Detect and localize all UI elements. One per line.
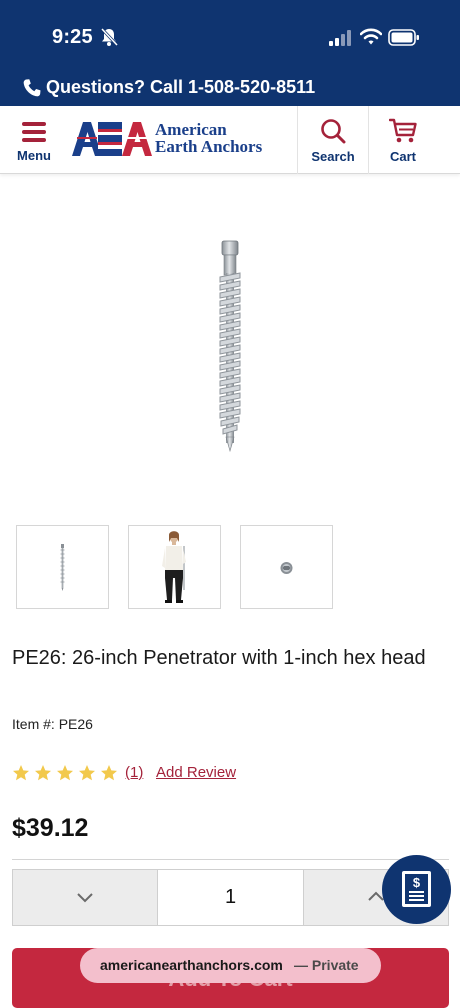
rating-stars[interactable] — [12, 764, 124, 782]
wifi-icon — [360, 28, 382, 45]
svg-text:$: $ — [413, 875, 421, 890]
search-label: Search — [311, 149, 355, 164]
cart-icon — [389, 118, 417, 143]
logo-text: American Earth Anchors — [155, 121, 262, 155]
chevron-down-icon — [77, 893, 93, 903]
search-icon — [321, 119, 346, 144]
product-price: $39.12 — [12, 814, 89, 842]
cart-button[interactable]: Cart — [369, 106, 437, 174]
add-review-link[interactable]: Add Review — [156, 764, 236, 781]
cart-label: Cart — [389, 149, 416, 164]
menu-button[interactable]: Menu — [10, 106, 62, 174]
quantity-decrease-button[interactable] — [13, 870, 157, 925]
item-number-label: Item #: — [12, 716, 55, 732]
thumbnail-hex-head[interactable] — [240, 525, 333, 609]
product-main-image[interactable] — [160, 225, 300, 465]
logo-line-2: Earth Anchors — [155, 137, 263, 156]
star-icon — [35, 765, 51, 781]
search-button[interactable]: Search — [298, 106, 368, 174]
phone-icon — [23, 79, 41, 97]
status-time: 9:25 — [52, 26, 93, 48]
star-icon — [101, 765, 117, 781]
browser-url-bar[interactable]: americanearthanchors.com — Private — [80, 948, 381, 983]
review-count-link[interactable]: (1) — [125, 764, 143, 781]
menu-label: Menu — [17, 148, 51, 163]
item-number-value: PE26 — [58, 716, 93, 732]
private-mode-label: — Private — [294, 957, 359, 973]
logo-flag — [72, 122, 152, 156]
star-icon — [13, 765, 29, 781]
call-text: Questions? Call 1-508-520-8511 — [46, 77, 316, 97]
call-bar[interactable]: Questions? Call 1-508-520-8511 — [0, 70, 460, 106]
url-host: americanearthanchors.com — [100, 957, 283, 973]
star-icon — [79, 765, 95, 781]
quote-button[interactable]: $ — [382, 855, 451, 924]
invoice-icon: $ — [402, 871, 431, 907]
thumbnail-anchor[interactable] — [16, 525, 109, 609]
hex-head-thumbnail-image — [280, 562, 293, 574]
anchor-thumbnail-image — [60, 544, 65, 591]
logo[interactable]: American Earth Anchors — [72, 120, 277, 160]
menu-icon — [22, 122, 46, 142]
item-number-row: Item #: PE26 — [12, 716, 93, 732]
star-icon — [57, 765, 73, 781]
signal-icon — [329, 30, 351, 46]
divider — [12, 859, 449, 860]
bell-slash-icon — [100, 27, 119, 47]
person-thumbnail-image — [162, 531, 186, 603]
quantity-input[interactable]: 1 — [157, 870, 304, 925]
battery-icon — [388, 29, 419, 46]
status-bar: 9:25 — [0, 0, 460, 70]
product-title: PE26: 26-inch Penetrator with 1-inch hex… — [12, 647, 426, 669]
site-header: Menu American Earth Anchors Search Cart — [0, 106, 460, 174]
thumbnail-person[interactable] — [128, 525, 221, 609]
logo-line-1: American — [155, 120, 227, 139]
